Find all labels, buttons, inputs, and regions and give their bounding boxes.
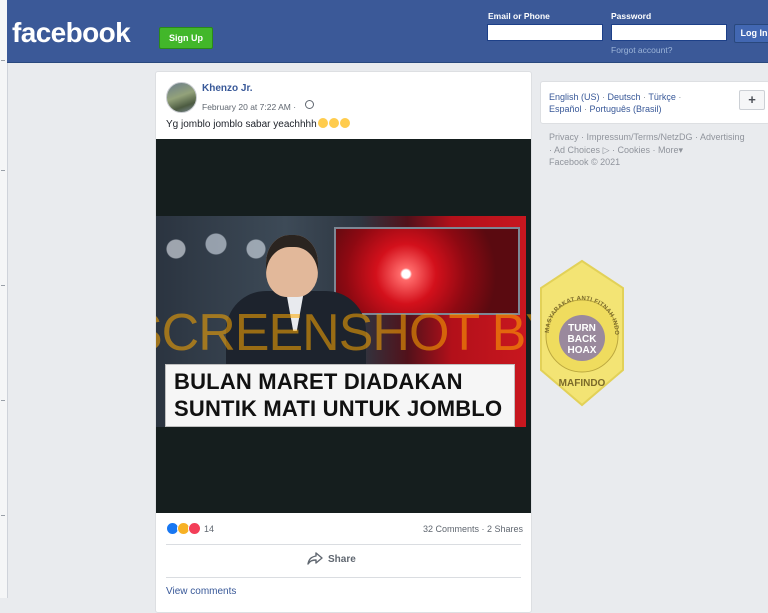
post-author[interactable]: Khenzo Jr.: [202, 83, 253, 94]
mafindo-badge: MASYARAKAT ANTI FITNAH INDONESIA TURN BA…: [537, 258, 624, 407]
screenshot-watermark: SCREENSHOT BY: [156, 304, 531, 362]
language-link[interactable]: Deutsch: [608, 92, 641, 102]
facebook-logo[interactable]: facebook: [12, 17, 131, 49]
forgot-account-link[interactable]: Forgot account?: [611, 45, 672, 55]
top-navigation-bar: facebook Sign Up Email or Phone Password…: [7, 0, 768, 63]
language-link[interactable]: English (US): [549, 92, 600, 102]
post-image[interactable]: SCREENSHOT BY BULAN MARET DIADAKAN SUNTI…: [156, 139, 531, 513]
reaction-count[interactable]: 14: [204, 524, 214, 534]
language-row-2: Español · Português (Brasil): [549, 104, 662, 114]
news-anchor-head: [266, 235, 318, 297]
advertising-link[interactable]: Advertising: [700, 132, 745, 142]
emoji-icon: [328, 118, 339, 128]
emoji-icon: [339, 118, 350, 128]
post-card: Khenzo Jr. February 20 at 7:22 AM · Yg j…: [155, 71, 532, 613]
comments-shares-count[interactable]: 32 Comments · 2 Shares: [423, 524, 523, 534]
caret-down-icon: ▾: [678, 145, 684, 155]
badge-name-text: MAFINDO: [559, 378, 606, 389]
language-link[interactable]: Español: [549, 104, 582, 114]
post-text: Yg jomblo jomblo sabar yeachhhh: [166, 118, 350, 130]
copyright: Facebook © 2021: [549, 157, 621, 167]
language-link[interactable]: Português (Brasil): [590, 104, 662, 114]
divider: [166, 577, 521, 578]
share-label: Share: [328, 554, 356, 565]
share-button[interactable]: Share: [307, 552, 356, 565]
share-arrow-icon: [307, 552, 323, 565]
email-label: Email or Phone: [488, 11, 550, 21]
more-link[interactable]: More: [658, 145, 679, 155]
email-input[interactable]: [487, 24, 603, 41]
language-selector: English (US) · Deutsch · Türkçe · Españo…: [540, 81, 768, 124]
studio-screen: [334, 227, 520, 315]
cookies-link[interactable]: Cookies: [617, 145, 650, 155]
post-timestamp[interactable]: February 20 at 7:22 AM ·: [202, 102, 296, 112]
badge-back-text: BACK: [568, 334, 598, 345]
language-link[interactable]: Türkçe: [648, 92, 676, 102]
caption-line-1: BULAN MARET DIADAKAN: [174, 369, 463, 394]
globe-icon: [305, 100, 314, 109]
password-label: Password: [611, 11, 652, 21]
view-comments-link[interactable]: View comments: [166, 586, 236, 597]
caption-line-2: SUNTIK MATI UNTUK JOMBLO: [174, 396, 503, 421]
divider: [166, 544, 521, 545]
footer-row-2: · Ad Choices ▷ · Cookies · More▾: [549, 145, 684, 155]
more-languages-button[interactable]: +: [739, 90, 765, 110]
post-text-content: Yg jomblo jomblo sabar yeachhhh: [166, 119, 317, 130]
ad-choices-link[interactable]: Ad Choices: [554, 145, 600, 155]
left-window-edge: [0, 0, 8, 598]
terms-link[interactable]: Impressum/Terms/NetzDG: [587, 132, 693, 142]
sign-up-button[interactable]: Sign Up: [159, 27, 213, 49]
ad-choices-icon: ▷: [602, 145, 610, 155]
avatar[interactable]: [166, 82, 197, 113]
password-input[interactable]: [611, 24, 727, 41]
footer-row-1: Privacy · Impressum/Terms/NetzDG · Adver…: [549, 132, 745, 142]
emoji-icon: [317, 118, 328, 128]
badge-turn-text: TURN: [568, 323, 596, 334]
news-caption: BULAN MARET DIADAKAN SUNTIK MATI UNTUK J…: [165, 364, 515, 427]
badge-hoax-text: HOAX: [568, 345, 597, 356]
privacy-link[interactable]: Privacy: [549, 132, 579, 142]
love-icon: [188, 522, 201, 535]
language-row-1: English (US) · Deutsch · Türkçe ·: [549, 92, 682, 102]
log-in-button[interactable]: Log In: [734, 24, 768, 43]
